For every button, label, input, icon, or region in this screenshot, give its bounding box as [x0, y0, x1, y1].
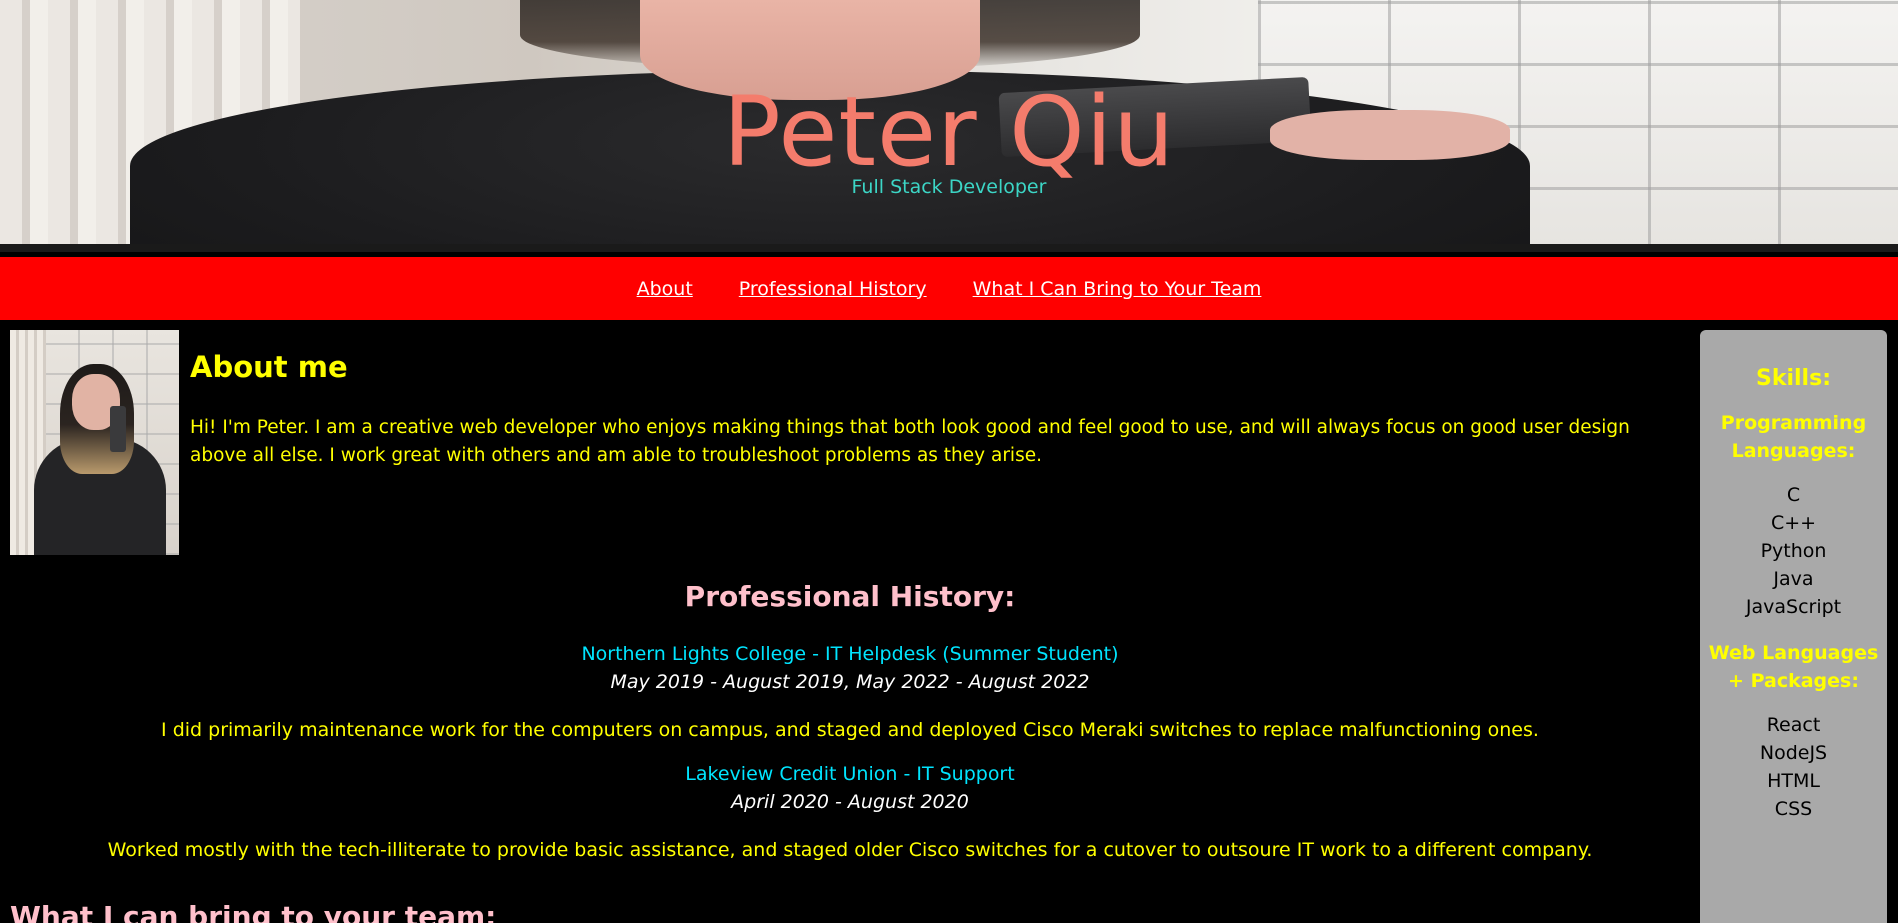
- job-title: Northern Lights College - IT Helpdesk (S…: [581, 643, 1119, 665]
- job-dates: May 2019 - August 2019, May 2022 - Augus…: [610, 671, 1090, 693]
- nav-link-professional-history[interactable]: Professional History: [739, 278, 927, 300]
- job-title: Lakeview Credit Union - IT Support: [685, 763, 1015, 785]
- team-heading: What I can bring to your team:: [10, 900, 497, 923]
- history-heading: Professional History:: [684, 580, 1016, 613]
- skill-item: HTML: [1767, 770, 1820, 792]
- job-description: I did primarily maintenance work for the…: [161, 719, 1539, 741]
- skill-item: React: [1766, 714, 1821, 736]
- skills-heading: Skills:: [1756, 366, 1831, 391]
- profile-photo-phone: [110, 406, 126, 452]
- job-description: Worked mostly with the tech-illiterate t…: [107, 839, 1593, 861]
- page: Peter Qiu Full Stack Developer About Pro…: [0, 0, 1898, 923]
- skill-item: CSS: [1774, 798, 1813, 820]
- skill-item: NodeJS: [1759, 742, 1828, 764]
- skills-list: C C++ Python Java JavaScript: [1700, 481, 1887, 621]
- skills-sidebar: Skills: Programming Languages: C C++ Pyt…: [1700, 330, 1887, 923]
- skill-item: C++: [1770, 512, 1817, 534]
- about-text: Hi! I'm Peter. I am a creative web devel…: [190, 417, 1630, 466]
- site-subtitle: Full Stack Developer: [851, 176, 1047, 198]
- job-entry: Lakeview Credit Union - IT Support April…: [0, 760, 1700, 864]
- nav-link-about[interactable]: About: [637, 278, 693, 300]
- banner-bottom-edge: [0, 244, 1898, 252]
- skill-item: Java: [1773, 568, 1814, 590]
- header-banner: Peter Qiu Full Stack Developer: [0, 0, 1898, 252]
- job-entry: Northern Lights College - IT Helpdesk (S…: [0, 640, 1700, 744]
- skill-item: C: [1786, 484, 1801, 506]
- profile-photo: [10, 330, 179, 555]
- skills-group-title: Programming Languages:: [1720, 412, 1867, 462]
- skills-list: React NodeJS HTML CSS: [1700, 711, 1887, 823]
- professional-history-section: Professional History: Northern Lights Co…: [0, 580, 1700, 864]
- site-title: Peter Qiu: [722, 76, 1176, 188]
- main-nav: About Professional History What I Can Br…: [0, 257, 1898, 320]
- skills-group-title: Web Languages + Packages:: [1708, 642, 1879, 692]
- skill-item: JavaScript: [1745, 596, 1842, 618]
- skill-item: Python: [1760, 540, 1827, 562]
- about-heading: About me: [190, 350, 348, 384]
- job-dates: April 2020 - August 2020: [731, 791, 969, 813]
- nav-link-team[interactable]: What I Can Bring to Your Team: [973, 278, 1262, 300]
